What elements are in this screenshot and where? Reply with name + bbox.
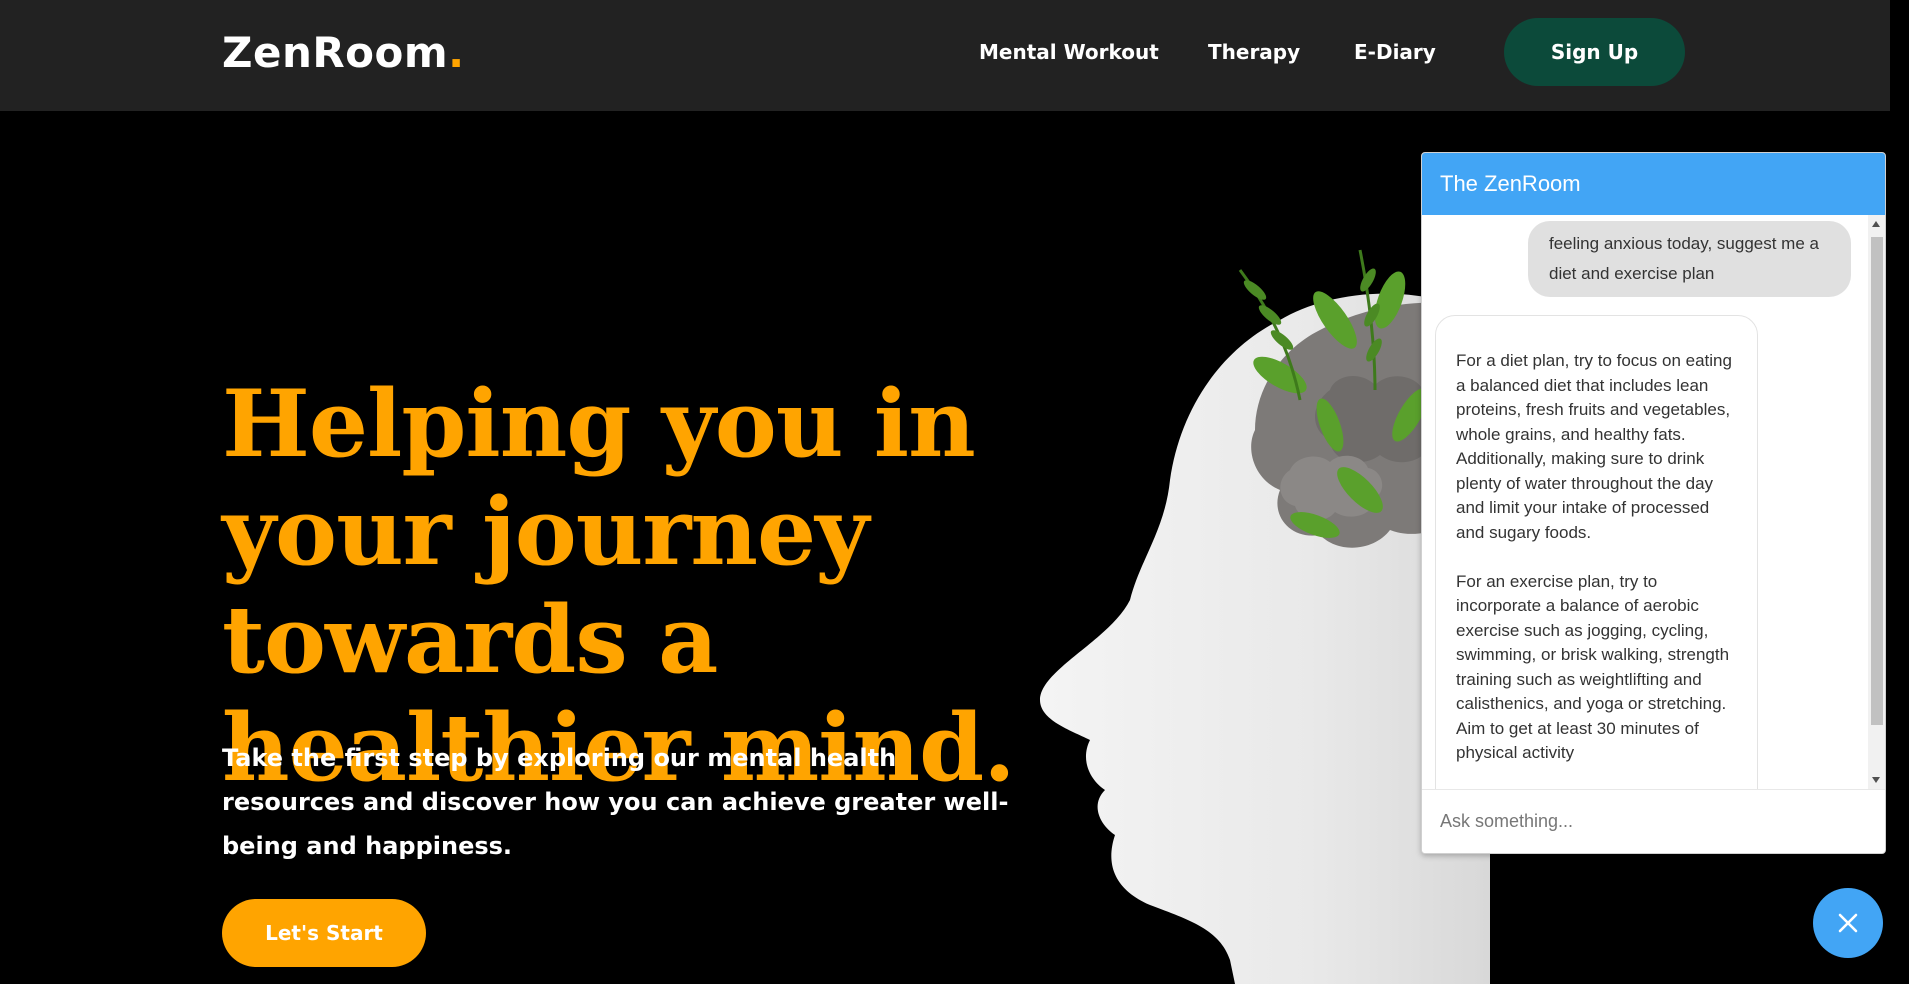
user-message: feeling anxious today, suggest me a diet… <box>1528 221 1851 297</box>
hero-subtitle: Take the first step by exploring our men… <box>222 744 1009 860</box>
logo-text: ZenRoom <box>222 28 449 77</box>
nav-link-therapy[interactable]: Therapy <box>1208 40 1300 64</box>
chat-header: The ZenRoom <box>1422 153 1885 215</box>
navbar: ZenRoom. Mental Workout Therapy E-Diary … <box>0 0 1909 111</box>
chat-widget: The ZenRoom feeling anxious today, sugge… <box>1421 152 1886 854</box>
nav-link-mental-workout[interactable]: Mental Workout <box>979 40 1159 64</box>
lets-start-button[interactable]: Let's Start <box>222 899 426 967</box>
logo[interactable]: ZenRoom. <box>222 28 465 77</box>
signup-button[interactable]: Sign Up <box>1504 18 1685 86</box>
page: ZenRoom. Mental Workout Therapy E-Diary … <box>0 0 1909 984</box>
page-scrollbar[interactable] <box>1890 0 1909 984</box>
chat-scrollbar[interactable] <box>1868 215 1885 789</box>
chat-scrollbar-thumb[interactable] <box>1871 237 1883 725</box>
chat-toggle-button[interactable] <box>1813 888 1883 958</box>
close-icon <box>1838 913 1858 933</box>
scroll-down-icon[interactable] <box>1872 777 1880 783</box>
bot-message: For a diet plan, try to focus on eating … <box>1435 315 1758 789</box>
chat-messages[interactable]: feeling anxious today, suggest me a diet… <box>1422 215 1885 789</box>
chat-input[interactable] <box>1422 789 1885 853</box>
logo-dot: . <box>448 28 465 77</box>
scroll-up-icon[interactable] <box>1872 221 1880 227</box>
nav-link-e-diary[interactable]: E-Diary <box>1354 40 1436 64</box>
